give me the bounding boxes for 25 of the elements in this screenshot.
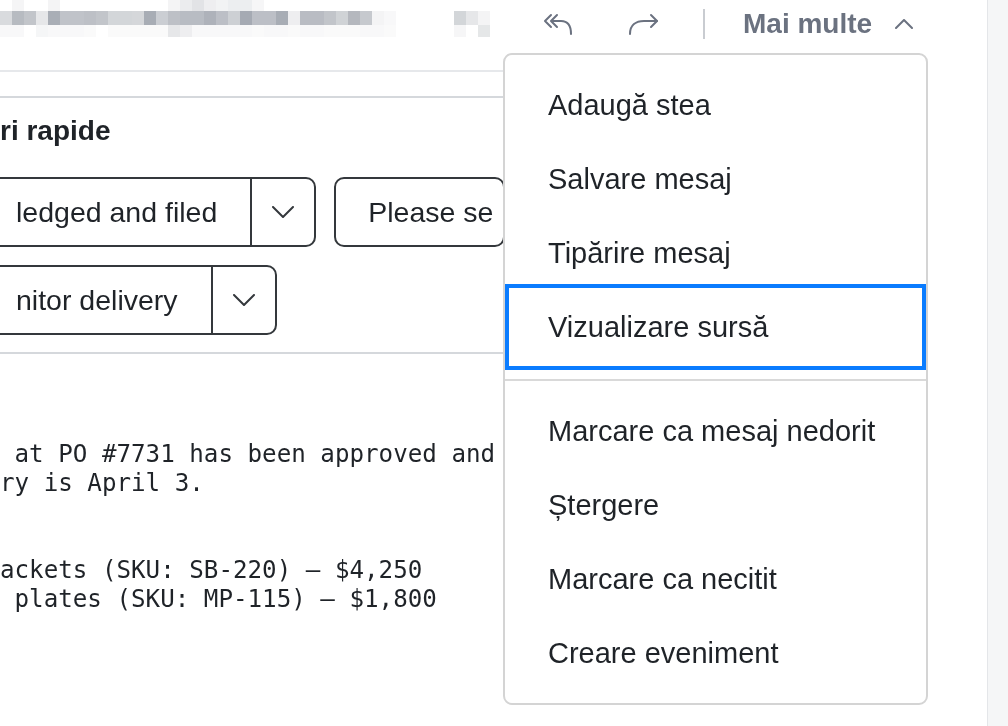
menu-item[interactable]: Tipărire mesaj xyxy=(505,216,926,284)
forward-icon xyxy=(628,13,660,35)
dropdown-toggle[interactable] xyxy=(250,177,317,247)
message-text: ackets (SKU: SB-220) — $4,250 xyxy=(0,556,423,585)
quick-reply-button[interactable]: ledged and filed xyxy=(0,177,251,247)
menu-item[interactable]: Marcare ca necitit xyxy=(505,542,926,616)
menu-item[interactable]: Creare eveniment xyxy=(505,616,926,690)
quick-reply-button[interactable]: Please se xyxy=(334,177,505,247)
menu-item[interactable]: Salvare mesaj xyxy=(505,142,926,216)
message-text: ry is April 3. xyxy=(0,469,204,498)
dropdown-toggle[interactable] xyxy=(210,265,277,335)
forward-button[interactable] xyxy=(628,13,660,35)
menu-item[interactable]: Ștergere xyxy=(505,468,926,542)
reply-all-icon xyxy=(543,13,573,35)
menu-item[interactable]: Vizualizare sursă xyxy=(505,284,926,370)
chevron-down-icon xyxy=(232,294,255,306)
chevron-down-icon xyxy=(272,206,295,218)
reply-all-button[interactable] xyxy=(543,13,573,35)
message-text: plates (SKU: MP-115) — $1,800 xyxy=(13,585,437,614)
quick-reply-button[interactable]: nitor delivery xyxy=(0,265,211,335)
message-text: at PO #7731 has been approved and xyxy=(13,440,496,469)
more-button[interactable]: Mai multe xyxy=(743,8,914,40)
menu-item[interactable]: Marcare ca mesaj nedorit xyxy=(505,394,926,468)
section-heading: ri rapide xyxy=(0,115,111,147)
menu-item[interactable]: Adaugă stea xyxy=(505,68,926,142)
